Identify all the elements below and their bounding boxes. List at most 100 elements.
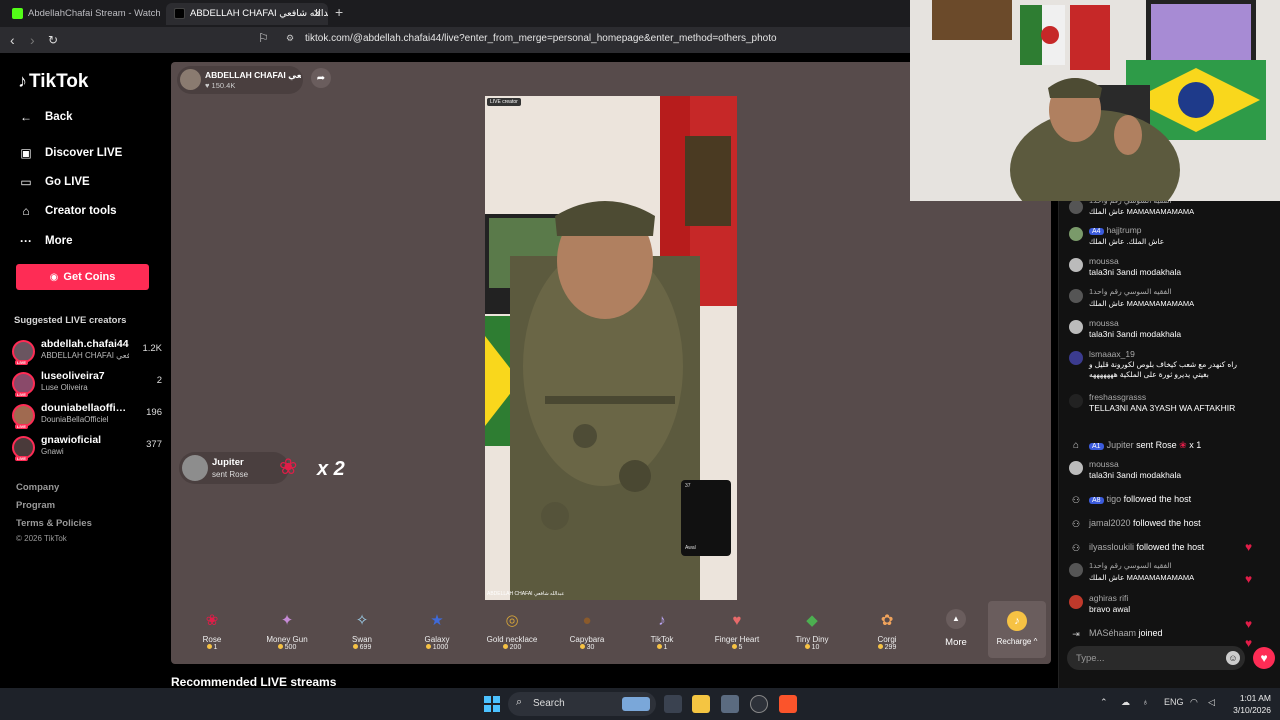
- avatar: LIVE: [12, 436, 35, 461]
- footer-link-company[interactable]: Company: [16, 482, 59, 493]
- url-text: tiktok.com/@abdellah.chafai44/live?enter…: [305, 33, 777, 44]
- suggested-creator[interactable]: LIVE luseoliveira7 Luse Oliveira 2: [12, 370, 162, 398]
- nav-creator-tools[interactable]: ⌂ Creator tools: [18, 203, 116, 219]
- forward-arrow-icon[interactable]: ›: [30, 31, 35, 49]
- bookmark-icon[interactable]: ⚐: [258, 31, 269, 45]
- gift-multiplier: x 2: [317, 458, 345, 480]
- footer-link-program[interactable]: Program: [16, 500, 55, 511]
- share-icon[interactable]: ➦: [311, 68, 331, 88]
- taskbar-search[interactable]: ⌕ Search: [508, 692, 656, 716]
- more-gifts-button[interactable]: ▲ More: [941, 609, 971, 648]
- gift-tiny-diny[interactable]: ◆ Tiny Diny 10: [776, 607, 848, 651]
- user-icon: ⚇: [1071, 495, 1081, 505]
- gift-money-gun[interactable]: ✦ Money Gun 500: [251, 607, 323, 651]
- gift-rose[interactable]: ❀ Rose 1: [176, 607, 248, 651]
- coin-icon: [656, 644, 662, 649]
- file-explorer-icon[interactable]: [692, 695, 710, 713]
- nav-more[interactable]: ··· More: [18, 233, 72, 249]
- gift-finger-heart[interactable]: ♥ Finger Heart 5: [701, 607, 773, 652]
- finger-heart-icon: ♥: [732, 611, 742, 629]
- footer-link-terms[interactable]: Terms & Policies: [16, 518, 92, 529]
- suggested-creator[interactable]: LIVE gnawioficial Gnawi 377: [12, 434, 162, 462]
- user-icon: ⚇: [1071, 519, 1081, 529]
- nav-discover-live[interactable]: ▣ Discover LIVE: [18, 145, 122, 161]
- new-tab-button[interactable]: +: [335, 4, 343, 20]
- user-icon: ⚇: [1071, 543, 1081, 553]
- gift-tiktok[interactable]: ♪ TikTok 1: [626, 607, 698, 652]
- avatar: [1069, 461, 1083, 475]
- task-view-icon[interactable]: [664, 695, 682, 713]
- coin-icon: [425, 644, 431, 649]
- app-icon[interactable]: [750, 695, 768, 713]
- reload-icon[interactable]: ↻: [48, 31, 58, 49]
- gift-swan[interactable]: ✧ Swan 699: [326, 607, 398, 651]
- volume-icon[interactable]: ◁: [1208, 697, 1215, 708]
- swan-icon: ✧: [355, 612, 369, 629]
- rose-icon: ❀: [1179, 440, 1187, 450]
- money-gun-icon: ✦: [280, 612, 294, 629]
- nav-go-live[interactable]: ▭ Go LIVE: [18, 174, 89, 190]
- gift-gold-necklace[interactable]: ◎ Gold necklace 200: [476, 607, 548, 651]
- back-arrow-icon[interactable]: ‹: [10, 31, 15, 49]
- site-info-icon[interactable]: ⚙: [286, 33, 294, 44]
- home-icon: ⌂: [22, 204, 30, 218]
- address-bar[interactable]: ⚙ tiktok.com/@abdellah.chafai44/live?ent…: [280, 30, 910, 50]
- camera-icon: ▭: [20, 175, 32, 189]
- gift-capybara[interactable]: ● Capybara 30: [551, 607, 623, 652]
- gift-galaxy[interactable]: ★ Galaxy 1000: [401, 607, 473, 651]
- chat-input-box: ☺: [1067, 646, 1245, 670]
- copyright: © 2026 TikTok: [16, 534, 67, 543]
- webcam-frame: [910, 0, 1280, 201]
- language-indicator[interactable]: ENG: [1164, 697, 1184, 707]
- coin-icon: [352, 644, 358, 649]
- microphone-icon[interactable]: ♁: [1142, 697, 1149, 707]
- camera-app-icon[interactable]: [721, 695, 739, 713]
- tab-title: ABDELLAH CHAFAI عبدالله شافعي: [190, 8, 328, 19]
- search-icon: ⌕: [516, 696, 523, 708]
- coin-icon: [206, 644, 212, 649]
- arrow-left-icon: ←: [20, 110, 32, 124]
- dinosaur-icon: ◆: [806, 612, 818, 629]
- tab-tiktok[interactable]: ABDELLAH CHAFAI عبدالله شافعي ✕: [166, 3, 328, 25]
- coin-icon: [877, 644, 883, 649]
- get-coins-button[interactable]: ◉ Get Coins: [16, 264, 149, 290]
- cloud-icon[interactable]: ☁: [1121, 697, 1130, 708]
- chevron-up-icon[interactable]: ⌃: [1100, 697, 1108, 708]
- host-info[interactable]: ABDELLAH CHAFAI عبدالله شافعي ♥ 150.4K: [177, 66, 303, 94]
- avatar: LIVE: [12, 372, 35, 397]
- recharge-button[interactable]: ♪ Recharge ^: [988, 601, 1046, 658]
- dots-icon: ···: [20, 234, 32, 248]
- gift-notification: Jupiter sent Rose: [179, 452, 289, 484]
- join-icon: ⇥: [1072, 629, 1080, 639]
- gift-corgi[interactable]: ✿ Corgi 299: [851, 607, 923, 651]
- calendar-icon: ▣: [20, 146, 32, 160]
- live-video[interactable]: LIVE creator ABDELLAH CHAFAI عبدالله شاف…: [485, 96, 737, 600]
- chat-input[interactable]: [1067, 646, 1217, 670]
- rose-icon: ❀: [205, 612, 219, 629]
- emoji-icon[interactable]: ☺: [1226, 651, 1240, 665]
- suggested-title: Suggested LIVE creators: [14, 315, 127, 326]
- coin-icon: [804, 644, 810, 649]
- corgi-icon: ✿: [880, 612, 894, 629]
- nav-back[interactable]: ← Back: [18, 109, 73, 125]
- suggested-creator[interactable]: LIVE abdellah.chafai44 ABDELLAH CHAFAI ع…: [12, 338, 162, 366]
- taskbar-clock[interactable]: 1:01 AM 3/10/2026: [1225, 692, 1271, 716]
- avatar: [1069, 227, 1083, 241]
- video-caption: ABDELLAH CHAFAI عبدالله شافعي: [487, 591, 565, 597]
- search-highlight-icon: [622, 697, 650, 711]
- suggested-creator[interactable]: LIVE douniabellaofficiel DouniaBellaOffi…: [12, 402, 162, 430]
- heart-icon: ♥: [1245, 617, 1253, 631]
- brave-browser-icon[interactable]: [779, 695, 797, 713]
- coin-icon: ◉: [49, 271, 59, 283]
- rose-icon: ❀: [279, 454, 298, 479]
- coin-icon: ♪: [1007, 611, 1027, 631]
- close-icon[interactable]: ✕: [313, 3, 322, 25]
- guest-video[interactable]: 37 Awal: [681, 480, 731, 556]
- chevron-up-icon: ▲: [946, 609, 966, 629]
- tab-kick[interactable]: AbdellahChafai Stream - Watch Live on Ki…: [4, 3, 160, 25]
- windows-start-icon[interactable]: [484, 696, 500, 712]
- tiktok-logo[interactable]: ♪ TikTok: [18, 71, 88, 93]
- wifi-icon[interactable]: ◠: [1190, 697, 1198, 708]
- like-button[interactable]: ♥: [1253, 647, 1275, 669]
- kick-favicon-icon: [12, 8, 23, 19]
